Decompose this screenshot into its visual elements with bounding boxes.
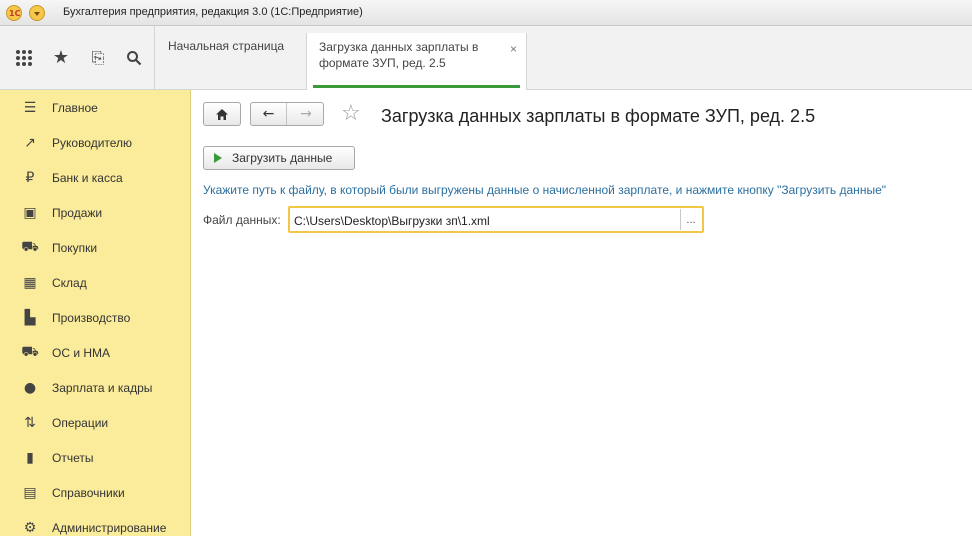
tab-home[interactable]: Начальная страница xyxy=(156,33,306,90)
sidebar-item-admin[interactable]: ⚙ Администрирование xyxy=(0,510,190,536)
gear-icon: ⚙ xyxy=(23,519,37,536)
navigation-buttons: ← → xyxy=(250,102,324,126)
toolbar-icons: ★ ⎘ xyxy=(0,26,155,90)
1c-logo-icon[interactable]: 1С xyxy=(6,5,22,21)
sidebar-item-label: Справочники xyxy=(52,485,125,500)
shopping-bag-icon: ▣ xyxy=(23,204,37,221)
play-icon xyxy=(214,153,222,163)
sidebar-item-references[interactable]: ▤ Справочники xyxy=(0,475,190,510)
apps-grid-icon[interactable] xyxy=(12,46,36,70)
sidebar-item-label: Администрирование xyxy=(52,520,167,535)
sidebar-item-label: Зарплата и кадры xyxy=(52,380,153,395)
bar-chart-icon: ▮ xyxy=(26,449,34,466)
sidebar-item-warehouse[interactable]: ▦ Склад xyxy=(0,265,190,300)
sidebar-item-production[interactable]: ▙ Производство xyxy=(0,300,190,335)
window-title-bar: 1С Бухгалтерия предприятия, редакция 3.0… xyxy=(0,0,972,26)
section-panel: ★ ⎘ Начальная страница Загрузка данных з… xyxy=(0,26,972,90)
page-title: Загрузка данных зарплаты в формате ЗУП, … xyxy=(381,106,816,126)
history-icon[interactable]: ⎘ xyxy=(86,46,110,70)
add-to-favorites-star-icon[interactable]: ☆ xyxy=(341,102,361,126)
trend-chart-icon: ↗ xyxy=(24,134,36,151)
tab-salary-import[interactable]: Загрузка данных зарплаты в формате ЗУП, … xyxy=(306,33,527,90)
file-path-input[interactable] xyxy=(294,211,678,230)
sidebar-item-label: Операции xyxy=(52,415,109,430)
sidebar-item-label: Руководителю xyxy=(52,135,133,150)
sidebar-item-label: Продажи xyxy=(52,205,103,220)
sidebar-item-reports[interactable]: ▮ Отчеты xyxy=(0,440,190,475)
sidebar-item-main[interactable]: ☰ Главное xyxy=(0,90,190,125)
favorites-star-icon[interactable]: ★ xyxy=(49,46,73,70)
ruble-coin-icon: ₽ xyxy=(25,169,35,186)
factory-icon: ▙ xyxy=(24,309,36,326)
file-path-field: ... xyxy=(288,206,704,233)
sidebar-item-manager[interactable]: ↗ Руководителю xyxy=(0,125,190,160)
book-icon: ▤ xyxy=(23,484,37,501)
home-button[interactable] xyxy=(203,102,241,126)
person-icon: ● xyxy=(23,379,37,396)
form-area: ← → ☆ Загрузка данных зарплаты в формате… xyxy=(192,90,972,536)
forward-arrow-icon[interactable]: → xyxy=(288,103,324,125)
menu-lines-icon: ☰ xyxy=(23,99,37,116)
browse-file-button[interactable]: ... xyxy=(681,209,701,230)
back-arrow-icon[interactable]: ← xyxy=(251,103,287,125)
sidebar-item-label: Банк и касса xyxy=(52,170,123,185)
sidebar-item-sales[interactable]: ▣ Продажи xyxy=(0,195,190,230)
sidebar-item-purchases[interactable]: ⛟ Покупки xyxy=(0,230,190,265)
sidebar-item-label: Производство xyxy=(52,310,131,325)
sidebar-item-salary[interactable]: ● Зарплата и кадры xyxy=(0,370,190,405)
tab-label: Начальная страница xyxy=(168,39,285,53)
window-title: Бухгалтерия предприятия, редакция 3.0 (1… xyxy=(63,6,363,18)
close-icon[interactable]: × xyxy=(510,42,517,56)
sidebar-item-bank[interactable]: ₽ Банк и касса xyxy=(0,160,190,195)
load-data-button[interactable]: Загрузить данные xyxy=(203,146,355,170)
sidebar-item-fixed-assets[interactable]: ⛟ ОС и НМА xyxy=(0,335,190,370)
sidebar-item-label: Склад xyxy=(52,275,87,290)
file-field-label: Файл данных: xyxy=(203,213,281,227)
sidebar-item-label: Главное xyxy=(52,100,98,115)
warehouse-boxes-icon: ▦ xyxy=(23,274,37,291)
truck-icon: ⛟ xyxy=(21,343,39,360)
sidebar-item-label: Отчеты xyxy=(52,450,94,465)
home-icon xyxy=(216,108,228,120)
instruction-hint: Укажите путь к файлу, в который были выг… xyxy=(203,183,886,197)
load-data-label: Загрузить данные xyxy=(232,151,333,165)
sidebar-item-operations[interactable]: ⇅ Операции xyxy=(0,405,190,440)
dt-kt-icon: ⇅ xyxy=(24,414,36,431)
sidebar-item-label: ОС и НМА xyxy=(52,345,111,360)
search-icon[interactable] xyxy=(122,46,146,70)
shopping-cart-icon: ⛟ xyxy=(21,238,39,255)
sidebar-item-label: Покупки xyxy=(52,240,98,255)
tab-label: Загрузка данных зарплаты в формате ЗУП, … xyxy=(319,40,479,70)
sections-sidebar: ☰ Главное ↗ Руководителю ₽ Банк и касса … xyxy=(0,90,191,536)
main-menu-icon[interactable] xyxy=(29,5,45,21)
